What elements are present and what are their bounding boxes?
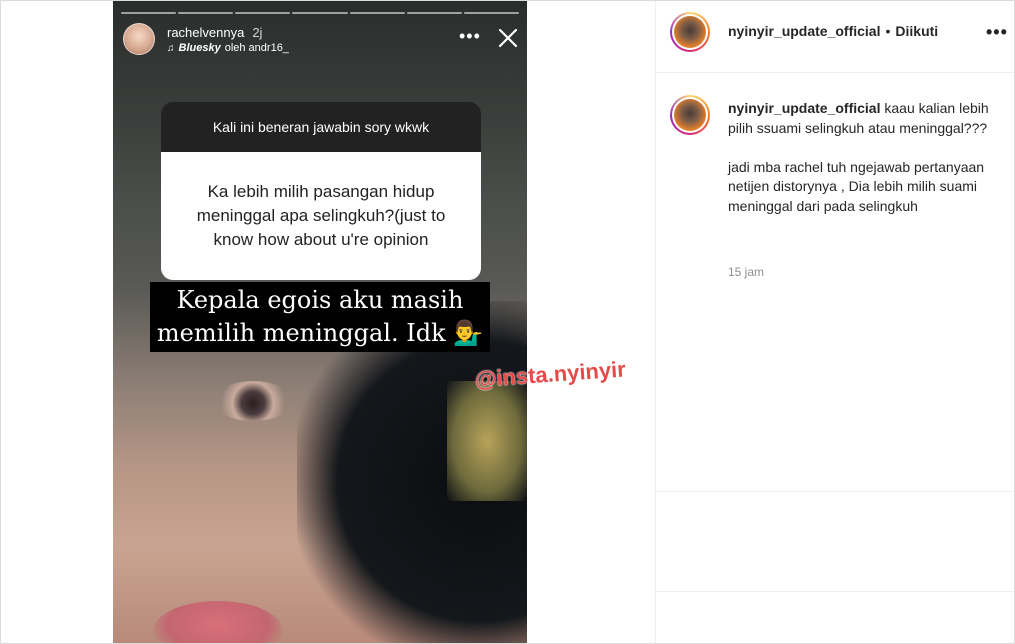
profile-avatar[interactable] [670, 12, 710, 52]
music-by: oleh andr16_ [224, 42, 289, 54]
story-music-attribution[interactable]: ♫ Bluesky oleh andr16_ [167, 42, 289, 54]
avatar-image [674, 99, 706, 131]
eye-shape [213, 381, 293, 421]
car-window [447, 381, 527, 501]
caption-body-2: jadi mba rachel tuh ngejawab pertanyaan … [728, 158, 985, 214]
lips-shape [153, 601, 283, 643]
divider [656, 591, 1014, 592]
more-horizontal-icon[interactable]: ••• [459, 27, 481, 45]
story-screenshot: rachelvennya 2j ♫ Bluesky oleh andr16_ •… [113, 1, 527, 643]
progress-segment [292, 12, 348, 14]
story-answer-text: Kepala egois aku masih memilih meninggal… [150, 282, 490, 352]
story-header: rachelvennya 2j [167, 25, 262, 40]
close-icon[interactable] [495, 25, 521, 51]
progress-segment [406, 12, 462, 14]
instagram-post-window: rachelvennya 2j ♫ Bluesky oleh andr16_ •… [0, 0, 1015, 644]
post-header: nyinyir_update_official • Diikuti ••• [656, 1, 1014, 73]
progress-segment [463, 12, 519, 14]
caption-avatar[interactable] [670, 95, 710, 135]
avatar-inner [672, 14, 708, 50]
progress-segment [235, 12, 291, 14]
caption-username[interactable]: nyinyir_update_official [728, 100, 880, 116]
divider [656, 491, 1014, 492]
music-brand: Bluesky [178, 42, 221, 54]
story-username[interactable]: rachelvennya [167, 25, 244, 40]
header-user-line: nyinyir_update_official • Diikuti [728, 23, 938, 39]
story-time: 2j [252, 25, 263, 40]
avatar-inner [672, 97, 708, 133]
question-sticker: Kali ini beneran jawabin sory wkwk Ka le… [161, 102, 481, 280]
progress-segment [121, 12, 177, 14]
avatar-image [674, 16, 706, 48]
story-progress-bar [121, 12, 519, 14]
post-timestamp[interactable]: 15 jam [728, 265, 764, 279]
question-header: Kali ini beneran jawabin sory wkwk [161, 102, 481, 152]
post-sidebar: nyinyir_update_official • Diikuti ••• ny… [655, 1, 1014, 643]
more-options-icon[interactable]: ••• [986, 23, 1008, 41]
progress-segment [178, 12, 234, 14]
caption-text: nyinyir_update_official kaau kalian lebi… [728, 99, 1000, 216]
story-avatar[interactable] [123, 23, 155, 55]
separator-dot: • [885, 23, 891, 39]
question-body: Ka lebih milih pasangan hidup meninggal … [161, 152, 481, 280]
follow-status-button[interactable]: Diikuti [895, 23, 938, 39]
music-icon: ♫ [167, 42, 175, 54]
progress-segment [349, 12, 405, 14]
header-username[interactable]: nyinyir_update_official [728, 23, 880, 39]
